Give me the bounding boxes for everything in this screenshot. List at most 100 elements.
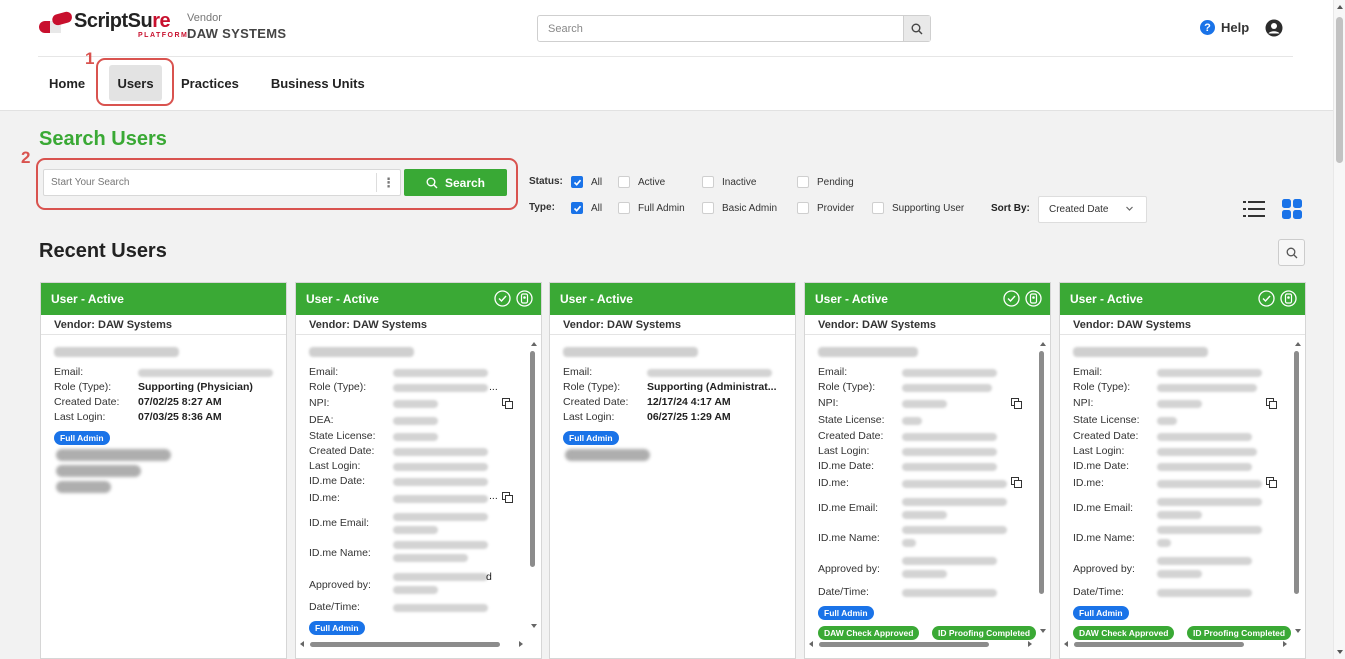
scroll-up-icon[interactable] (1039, 341, 1047, 347)
idme-value-redacted (902, 480, 1007, 488)
checkbox-icon[interactable] (702, 202, 714, 214)
horizontal-scrollbar[interactable] (1074, 642, 1244, 647)
card-body: Email: Role (Type): Supporting (Administ… (550, 335, 795, 658)
idme-name-label: ID.me Name: (818, 532, 880, 544)
user-search-input[interactable] (44, 170, 374, 195)
checkbox-icon[interactable] (872, 202, 884, 214)
idme-name-value-redacted (1157, 539, 1171, 547)
type-label: Type: (529, 202, 555, 213)
main-nav: Home Users Practices Business Units (38, 65, 378, 101)
checkbox-checked-icon[interactable] (571, 202, 583, 214)
vertical-scrollbar[interactable] (530, 351, 535, 567)
copy-icon[interactable] (1011, 477, 1023, 489)
idme-email-value-redacted (393, 513, 488, 521)
user-card[interactable]: User - Active Vendor: DAW Systems Email:… (549, 282, 796, 659)
idme-name-label: ID.me Name: (309, 547, 371, 559)
recent-users-title: Recent Users (39, 240, 167, 262)
state-license-label: State License: (1073, 414, 1140, 426)
user-name-redacted (1073, 347, 1208, 357)
user-search-button[interactable]: Search (404, 169, 507, 196)
type-full-admin-option[interactable]: Full Admin (618, 202, 685, 214)
scriptsure-logo[interactable]: ScriptSure PLATFORM (38, 10, 187, 44)
copy-icon[interactable] (502, 398, 514, 410)
scroll-down-icon[interactable] (1294, 628, 1302, 634)
status-all-option[interactable]: All (571, 176, 602, 188)
email-label: Email: (1073, 366, 1103, 378)
scroll-left-icon[interactable] (808, 640, 814, 648)
sort-by-select[interactable]: Created Date (1038, 196, 1147, 223)
status-pending-option[interactable]: Pending (797, 176, 854, 188)
search-users-title: Search Users (39, 128, 167, 150)
scroll-down-icon[interactable] (1039, 628, 1047, 634)
global-search-input[interactable] (538, 16, 904, 41)
checkbox-icon[interactable] (618, 202, 630, 214)
user-card[interactable]: User - Active Vendor: DAW Systems Email:… (40, 282, 287, 659)
vertical-scrollbar[interactable] (1039, 351, 1044, 594)
login-value-redacted (902, 448, 997, 456)
recent-users-search-button[interactable] (1278, 239, 1305, 266)
page-scrollbar[interactable] (1333, 0, 1345, 659)
idme-email-label: ID.me Email: (818, 502, 879, 514)
scroll-up-icon[interactable] (1294, 341, 1302, 347)
full-admin-badge: Full Admin (54, 431, 110, 445)
type-supporting-user-option[interactable]: Supporting User (872, 202, 964, 214)
checkbox-icon[interactable] (797, 176, 809, 188)
global-search-button[interactable] (903, 16, 930, 41)
vendor-caption: Vendor (187, 12, 222, 24)
role-value-redacted (393, 384, 488, 392)
checkbox-icon[interactable] (618, 176, 630, 188)
status-inactive-option[interactable]: Inactive (702, 176, 756, 188)
scroll-up-icon[interactable] (1336, 4, 1344, 10)
callout-number-1: 1 (85, 49, 95, 68)
callout-number-2: 2 (21, 148, 31, 167)
created-label: Created Date: (563, 396, 629, 408)
copy-icon[interactable] (1266, 477, 1278, 489)
horizontal-scrollbar[interactable] (819, 642, 989, 647)
type-basic-admin-option[interactable]: Basic Admin (702, 202, 777, 214)
created-label: Created Date: (818, 430, 884, 442)
scroll-left-icon[interactable] (1063, 640, 1069, 648)
checkbox-icon[interactable] (702, 176, 714, 188)
user-card[interactable]: User - Active Vendor: DAW Systems Email:… (804, 282, 1051, 659)
type-provider-option[interactable]: Provider (797, 202, 854, 214)
nav-business-units[interactable]: Business Units (260, 65, 376, 101)
role-label: Role (Type): (309, 381, 367, 393)
badge-redacted (56, 465, 141, 477)
scroll-up-icon[interactable] (530, 341, 538, 347)
checkbox-icon[interactable] (797, 202, 809, 214)
search-options-icon[interactable]: ⋮ (376, 173, 400, 192)
search-button-label: Search (444, 175, 486, 190)
copy-icon[interactable] (1011, 398, 1023, 410)
header-divider (38, 56, 1293, 57)
list-view-icon[interactable] (1243, 200, 1265, 218)
vertical-scrollbar[interactable] (1294, 351, 1299, 594)
status-active-option[interactable]: Active (618, 176, 665, 188)
copy-icon[interactable] (1266, 398, 1278, 410)
scroll-left-icon[interactable] (299, 640, 305, 648)
user-card[interactable]: User - Active Vendor: DAW Systems Email:… (1059, 282, 1306, 659)
account-icon[interactable] (1265, 19, 1283, 37)
type-all-option[interactable]: All (571, 202, 602, 214)
horizontal-scrollbar[interactable] (310, 642, 500, 647)
scroll-right-icon[interactable] (1282, 640, 1288, 648)
scroll-down-icon[interactable] (530, 623, 538, 629)
nav-home[interactable]: Home (38, 65, 93, 101)
page-scrollbar-thumb[interactable] (1336, 17, 1343, 163)
scroll-down-icon[interactable] (1336, 649, 1344, 655)
copy-icon[interactable] (502, 492, 514, 504)
badge-redacted (56, 449, 171, 461)
idme-name-value-redacted (902, 539, 916, 547)
scroll-right-icon[interactable] (518, 640, 524, 648)
idme-value-redacted (393, 495, 488, 503)
npi-value-redacted (1157, 400, 1202, 408)
login-value-redacted (1157, 448, 1257, 456)
badge-redacted (56, 481, 111, 493)
grid-view-icon[interactable] (1282, 199, 1302, 219)
created-value-redacted (902, 433, 997, 441)
checkbox-checked-icon[interactable] (571, 176, 583, 188)
email-label: Email: (309, 366, 339, 378)
user-card[interactable]: User - Active Vendor: DAW Systems Email:… (295, 282, 542, 659)
scroll-right-icon[interactable] (1027, 640, 1033, 648)
help-link[interactable]: ? Help (1200, 20, 1249, 35)
nav-practices[interactable]: Practices (170, 65, 250, 101)
